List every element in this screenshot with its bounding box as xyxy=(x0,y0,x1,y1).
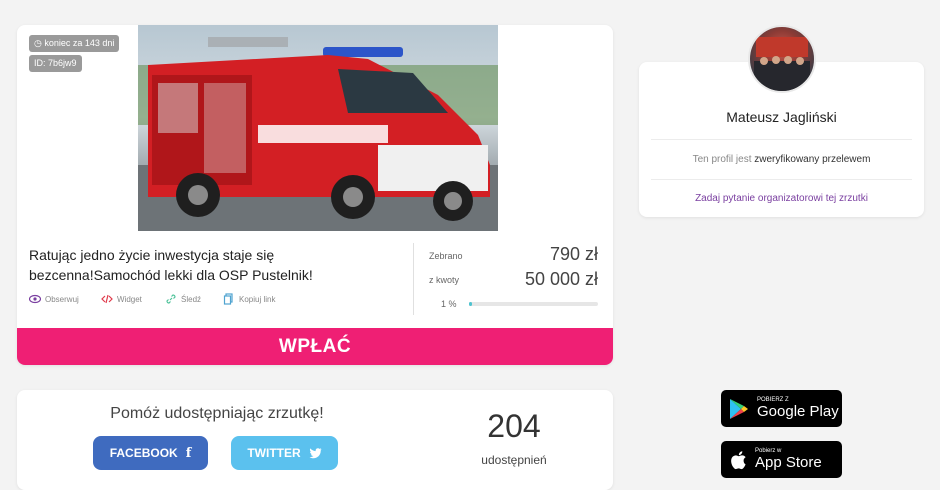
verified-text: Ten profil jest zweryfikowany przelewem xyxy=(692,154,871,165)
twitter-icon xyxy=(309,447,322,458)
facebook-share-button[interactable]: FACEBOOK f xyxy=(93,436,208,470)
app-store-text: Pobierz w App Store xyxy=(755,448,822,471)
app-store-badge[interactable]: Pobierz w App Store xyxy=(721,441,842,478)
progress-bar xyxy=(469,302,598,306)
goal-value: 50 000 zł xyxy=(524,269,598,289)
campaign-photo[interactable] xyxy=(138,25,498,231)
percent-label: 1 % xyxy=(441,299,457,309)
raised-label: Zebrano xyxy=(429,251,463,261)
progress-fill xyxy=(469,302,472,306)
copy-link-action[interactable]: Kopiuj link xyxy=(223,293,275,305)
avatar-image xyxy=(754,37,810,91)
share-card: Pomóż udostępniając zrzutkę! FACEBOOK f … xyxy=(17,390,613,490)
google-play-badge[interactable]: POBIERZ Z Google Play xyxy=(721,390,842,427)
google-play-text: POBIERZ Z Google Play xyxy=(757,397,839,420)
campaign-card: ◷ koniec za 143 dni ID: 7b6jw9 Ratując j… xyxy=(17,25,613,365)
code-icon xyxy=(101,294,113,304)
copy-icon xyxy=(223,293,233,305)
share-count: 204 xyxy=(487,408,541,444)
ask-organizer-link[interactable]: Zadaj pytanie organizatorowi tej zrzutki xyxy=(639,193,924,204)
link-icon xyxy=(166,294,176,304)
divider xyxy=(651,139,912,140)
pay-button[interactable]: WPŁAĆ xyxy=(17,328,613,365)
stats-divider xyxy=(413,243,414,315)
organizer-name[interactable]: Mateusz Jagliński xyxy=(639,109,924,125)
eye-icon xyxy=(29,294,41,304)
divider xyxy=(651,179,912,180)
share-title: Pomóż udostępniając zrzutkę! xyxy=(110,405,324,422)
share-count-label: udostępnień xyxy=(481,453,547,467)
google-play-icon xyxy=(730,398,748,419)
days-left-badge: ◷ koniec za 143 dni xyxy=(29,35,120,52)
clock-icon: ◷ xyxy=(34,38,45,48)
facebook-icon: f xyxy=(185,445,192,461)
follow-action[interactable]: Śledź xyxy=(165,293,201,305)
raised-value: 790 zł xyxy=(549,244,598,264)
campaign-id-badge: ID: 7b6jw9 xyxy=(29,55,82,72)
apple-icon xyxy=(731,450,746,469)
observe-action[interactable]: Obserwuj xyxy=(29,293,79,305)
twitter-share-button[interactable]: TWITTER xyxy=(231,436,338,470)
fire-truck-image xyxy=(138,37,498,231)
goal-label: z kwoty xyxy=(429,275,460,285)
widget-action[interactable]: Widget xyxy=(101,293,142,305)
campaign-title: Ratując jedno życie inwestycja staje się… xyxy=(29,247,313,283)
avatar[interactable] xyxy=(748,25,816,93)
